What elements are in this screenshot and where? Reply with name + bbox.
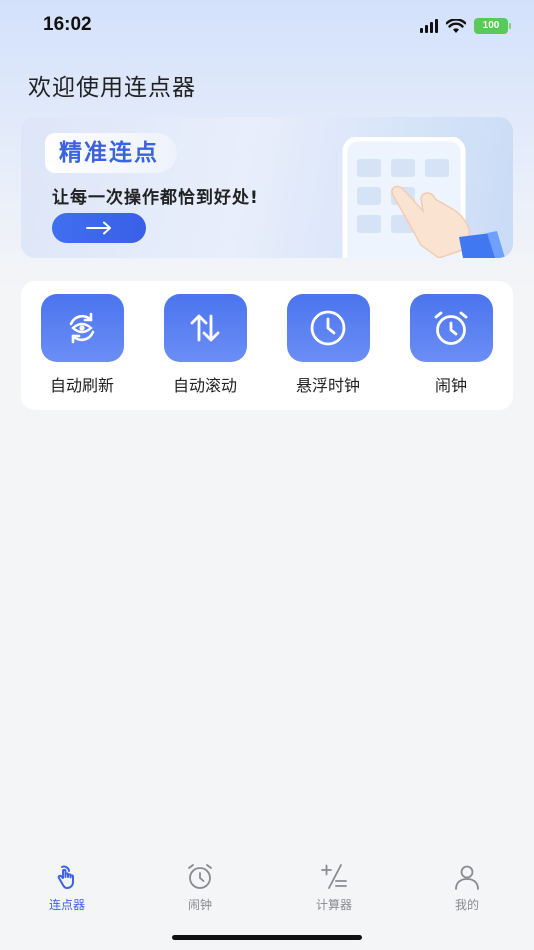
phone-tap-illustration-icon: [342, 137, 505, 258]
feature-card: 自动刷新 自动滚动 悬浮时钟 闹钟: [21, 281, 513, 410]
banner-start-button[interactable]: [52, 213, 146, 243]
tab-label: 我的: [454, 898, 479, 912]
scroll-arrows-icon: [190, 314, 220, 342]
battery-indicator: 100: [474, 18, 511, 34]
feature-label: 自动滚动: [172, 376, 237, 395]
calculator-icon: [321, 864, 347, 889]
arrow-right-icon: [86, 221, 111, 235]
status-icons: 100: [420, 18, 511, 34]
feature-auto-refresh[interactable]: 自动刷新: [32, 294, 132, 396]
feature-tile[interactable]: [40, 294, 124, 362]
tab-calculator[interactable]: 计算器: [289, 860, 379, 913]
feature-alarm[interactable]: 闹钟: [401, 294, 501, 396]
banner-tag: 精准连点: [45, 133, 177, 173]
refresh-eye-icon: [69, 312, 95, 344]
feature-tile[interactable]: [286, 294, 370, 362]
alarm-clock-icon: [434, 311, 468, 345]
feature-label: 悬浮时钟: [295, 376, 360, 395]
banner-subtitle: 让每一次操作都恰到好处!: [52, 188, 259, 208]
feature-label: 闹钟: [434, 376, 467, 395]
feature-tile[interactable]: [409, 294, 493, 362]
status-time: 16:02: [43, 14, 92, 35]
tab-label: 连点器: [48, 898, 85, 912]
clock-icon: [310, 310, 346, 346]
feature-auto-scroll[interactable]: 自动滚动: [155, 294, 255, 396]
tab-profile[interactable]: 我的: [422, 860, 512, 913]
tap-hand-icon: [57, 865, 74, 889]
home-indicator: [172, 935, 362, 940]
tab-label: 计算器: [315, 898, 352, 912]
tab-clicker[interactable]: 连点器: [22, 860, 112, 913]
tab-label: 闹钟: [187, 898, 212, 912]
feature-floating-clock[interactable]: 悬浮时钟: [278, 294, 378, 396]
wifi-icon: [446, 18, 466, 33]
feature-label: 自动刷新: [49, 376, 114, 395]
cellular-signal-icon: [420, 19, 438, 33]
status-bar: 16:02 100: [0, 0, 534, 56]
alarm-clock-icon: [188, 864, 212, 889]
feature-tile[interactable]: [163, 294, 247, 362]
person-icon: [455, 865, 479, 890]
page-title: 欢迎使用连点器: [28, 75, 196, 101]
tab-alarm[interactable]: 闹钟: [155, 860, 245, 913]
promo-banner[interactable]: 精准连点 让每一次操作都恰到好处!: [21, 117, 513, 258]
